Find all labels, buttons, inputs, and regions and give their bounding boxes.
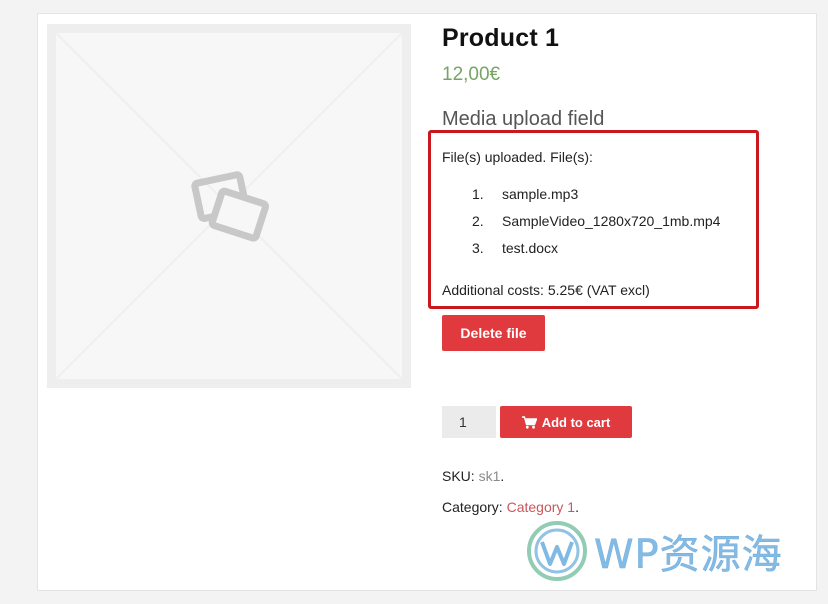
category-line: Category: Category 1. bbox=[442, 499, 579, 515]
product-price: 12,00€ bbox=[442, 64, 501, 85]
additional-costs-text: Additional costs: 5.25€ (VAT excl) bbox=[442, 282, 650, 298]
shopping-cart-icon bbox=[521, 415, 537, 429]
delete-file-button[interactable]: Delete file bbox=[442, 315, 545, 351]
wordpress-logo-icon bbox=[527, 521, 587, 581]
add-to-cart-button[interactable]: Add to cart bbox=[500, 406, 632, 438]
category-suffix: . bbox=[575, 499, 579, 515]
product-image-inner bbox=[56, 33, 402, 379]
sku-label: SKU: bbox=[442, 468, 475, 484]
list-item: 1. sample.mp3 bbox=[442, 183, 705, 210]
sku-suffix: . bbox=[500, 468, 505, 484]
file-number: 1. bbox=[472, 186, 484, 202]
image-placeholder-icon bbox=[56, 33, 402, 379]
list-item: 3. test.docx bbox=[442, 237, 705, 264]
product-title: Product 1 bbox=[442, 24, 560, 52]
file-name: sample.mp3 bbox=[502, 186, 579, 202]
media-upload-heading: Media upload field bbox=[442, 108, 605, 130]
watermark-text: WP资源海 bbox=[594, 532, 783, 579]
file-number: 3. bbox=[472, 240, 484, 256]
category-label: Category: bbox=[442, 499, 503, 515]
sku-value: sk1 bbox=[478, 468, 501, 484]
file-number: 2. bbox=[472, 213, 484, 229]
uploaded-file-list: 1. sample.mp3 2. SampleVideo_1280x720_1m… bbox=[442, 183, 720, 264]
category-link[interactable]: Category 1 bbox=[507, 499, 575, 515]
sku-line: SKU: sk1. bbox=[442, 468, 504, 484]
file-name: SampleVideo_1280x720_1mb.mp4 bbox=[502, 213, 721, 229]
product-image-placeholder[interactable] bbox=[47, 24, 411, 388]
file-name: test.docx bbox=[502, 240, 559, 256]
quantity-input[interactable] bbox=[442, 406, 496, 438]
list-item: 2. SampleVideo_1280x720_1mb.mp4 bbox=[442, 210, 720, 237]
add-to-cart-label: Add to cart bbox=[541, 414, 611, 430]
uploaded-files-label: File(s) uploaded. File(s): bbox=[442, 149, 593, 165]
watermark: WP资源海 bbox=[526, 520, 783, 582]
